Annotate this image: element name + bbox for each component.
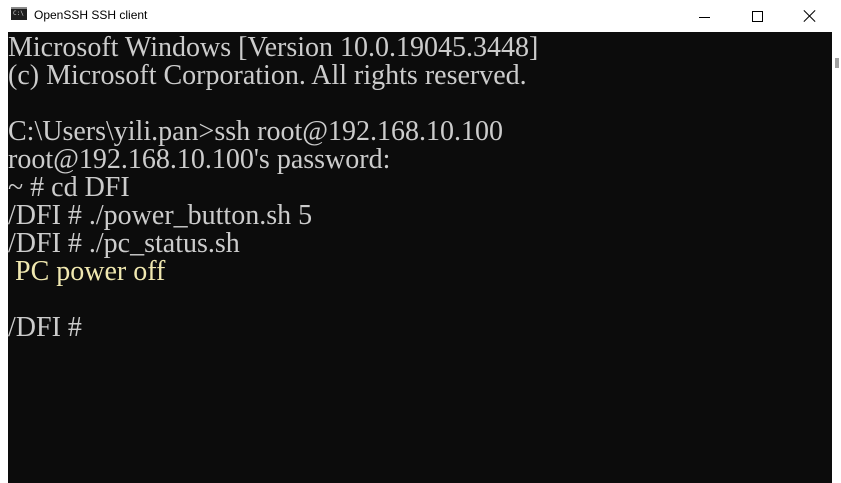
terminal-line: Microsoft Windows [Version 10.0.19045.34… xyxy=(8,32,539,63)
maximize-button[interactable] xyxy=(734,0,780,32)
title-bar[interactable]: C:\ OpenSSH SSH client xyxy=(0,0,841,32)
close-button[interactable] xyxy=(787,0,833,32)
minimize-icon xyxy=(698,16,710,18)
terminal-line: ~ # cd DFI xyxy=(8,172,130,203)
console-app-icon[interactable]: C:\ xyxy=(11,7,27,20)
scrollbar-thumb[interactable] xyxy=(835,58,839,68)
terminal-prompt[interactable]: /DFI # xyxy=(8,314,538,342)
app-icon-glyph: C:\ xyxy=(13,10,24,17)
maximize-icon xyxy=(751,10,763,22)
vertical-scrollbar[interactable] xyxy=(832,32,841,483)
minimize-button[interactable] xyxy=(681,0,727,32)
terminal-line: /DFI # ./power_button.sh 5 xyxy=(8,200,313,231)
terminal-line: C:\Users\yili.pan>ssh root@192.168.10.10… xyxy=(8,116,504,147)
terminal-line-status: PC power off xyxy=(8,256,166,287)
terminal-line: /DFI # ./pc_status.sh xyxy=(8,228,240,259)
close-icon xyxy=(803,9,817,23)
terminal-output[interactable]: Microsoft Windows [Version 10.0.19045.34… xyxy=(8,32,832,483)
ssh-client-window: C:\ OpenSSH SSH client Microsoft Windows… xyxy=(0,0,841,483)
window-title: OpenSSH SSH client xyxy=(34,8,148,22)
terminal-line: root@192.168.10.100's password: xyxy=(8,144,391,175)
terminal-lines: Microsoft Windows [Version 10.0.19045.34… xyxy=(8,34,538,342)
terminal-line: (c) Microsoft Corporation. All rights re… xyxy=(8,60,527,91)
